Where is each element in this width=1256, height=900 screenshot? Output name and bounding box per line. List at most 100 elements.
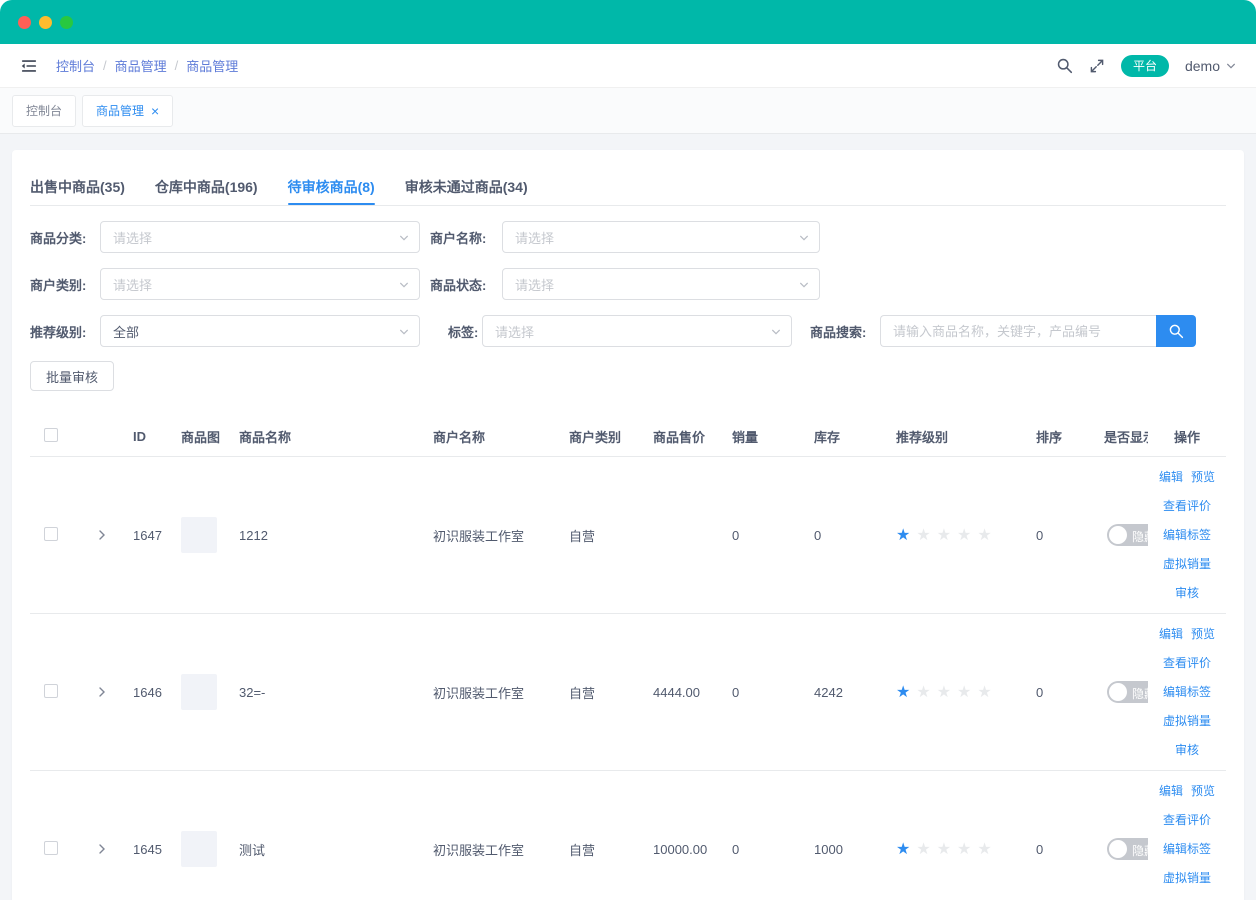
star-icon[interactable]: ★ <box>977 682 991 702</box>
select-all-checkbox[interactable] <box>44 428 58 442</box>
star-icon[interactable]: ★ <box>916 839 930 859</box>
cell-stock: 4242 <box>811 685 893 700</box>
cell-merchant-type: 自营 <box>566 526 650 545</box>
tag-label: 控制台 <box>26 102 62 119</box>
virtual-sales-link[interactable]: 虚拟销量 <box>1163 556 1211 572</box>
row-actions: 编辑预览 查看评价 编辑标签 虚拟销量 审核 <box>1148 457 1226 613</box>
merchant-type-label: 商户类别: <box>30 275 100 294</box>
product-status-label: 商品状态: <box>430 275 502 294</box>
breadcrumb-item[interactable]: 商品管理 <box>115 56 167 75</box>
window-titlebar <box>0 0 1256 44</box>
chevron-down-icon <box>799 280 809 290</box>
table-row: 1645 测试 初识服装工作室 自营 10000.00 0 1000 ★★★★★… <box>30 771 1226 900</box>
preview-link[interactable]: 预览 <box>1191 783 1215 799</box>
star-icon[interactable]: ★ <box>896 682 910 702</box>
row-checkbox[interactable] <box>44 841 58 855</box>
edit-link[interactable]: 编辑 <box>1159 783 1183 799</box>
recommend-level-select[interactable]: 全部 <box>100 315 420 347</box>
tag-console[interactable]: 控制台 <box>12 95 76 127</box>
close-window-icon[interactable] <box>18 16 31 29</box>
tab-in-warehouse[interactable]: 仓库中商品(196) <box>155 168 258 205</box>
edit-tags-link[interactable]: 编辑标签 <box>1163 684 1211 700</box>
navbar-right: 平台 demo <box>1056 55 1236 77</box>
cell-sales: 0 <box>729 685 811 700</box>
star-icon[interactable]: ★ <box>957 525 971 545</box>
cell-merchant-type: 自营 <box>566 683 650 702</box>
view-reviews-link[interactable]: 查看评价 <box>1163 812 1211 828</box>
audit-link[interactable]: 审核 <box>1175 585 1199 601</box>
product-status-select[interactable]: 请选择 <box>502 268 820 300</box>
products-table: ID 商品图 商品名称 商户名称 商户类别 商品售价 销量 库存 推荐级别 排序… <box>30 417 1226 900</box>
product-search-input[interactable] <box>880 315 1156 347</box>
edit-tags-link[interactable]: 编辑标签 <box>1163 527 1211 543</box>
expand-row-icon[interactable] <box>96 529 108 541</box>
header-stock: 库存 <box>811 427 893 446</box>
virtual-sales-link[interactable]: 虚拟销量 <box>1163 870 1211 886</box>
tab-pending-audit[interactable]: 待审核商品(8) <box>288 168 375 205</box>
merchant-name-select[interactable]: 请选择 <box>502 221 820 253</box>
tag-select[interactable]: 请选择 <box>482 315 792 347</box>
recommend-level-label: 推荐级别: <box>30 322 100 341</box>
star-icon[interactable]: ★ <box>937 839 951 859</box>
star-rating[interactable]: ★ ★ ★ ★ ★ <box>896 682 1033 702</box>
merchant-type-select[interactable]: 请选择 <box>100 268 420 300</box>
search-button[interactable] <box>1156 315 1196 347</box>
preview-link[interactable]: 预览 <box>1191 626 1215 642</box>
star-icon[interactable]: ★ <box>937 525 951 545</box>
view-reviews-link[interactable]: 查看评价 <box>1163 498 1211 514</box>
table-row: 1646 32=- 初识服装工作室 自营 4444.00 0 4242 ★★★★… <box>30 614 1226 771</box>
breadcrumb-item[interactable]: 控制台 <box>56 56 95 75</box>
chevron-down-icon <box>399 233 409 243</box>
cell-product-name: 测试 <box>236 840 430 859</box>
product-image-placeholder <box>181 674 217 710</box>
star-icon[interactable]: ★ <box>896 839 910 859</box>
app-window: 控制台 / 商品管理 / 商品管理 平台 demo 控制台 商品管理 <box>0 0 1256 900</box>
star-icon[interactable]: ★ <box>896 525 910 545</box>
table-row: 1647 1212 初识服装工作室 自营 0 0 ★★★★★ 0 隐藏 编辑预览… <box>30 457 1226 614</box>
zoom-window-icon[interactable] <box>60 16 73 29</box>
row-checkbox[interactable] <box>44 684 58 698</box>
batch-audit-button[interactable]: 批量审核 <box>30 361 114 391</box>
edit-link[interactable]: 编辑 <box>1159 469 1183 485</box>
audit-link[interactable]: 审核 <box>1175 742 1199 758</box>
merchant-name-label: 商户名称: <box>430 228 502 247</box>
select-placeholder: 请选择 <box>495 322 534 341</box>
category-select[interactable]: 请选择 <box>100 221 420 253</box>
tab-audit-failed[interactable]: 审核未通过商品(34) <box>405 168 528 205</box>
user-menu[interactable]: demo <box>1185 58 1236 74</box>
sidebar-collapse-icon[interactable] <box>20 57 38 75</box>
fullscreen-icon[interactable] <box>1089 58 1105 74</box>
star-icon[interactable]: ★ <box>937 682 951 702</box>
row-checkbox[interactable] <box>44 527 58 541</box>
toggle-knob <box>1109 526 1127 544</box>
star-rating[interactable]: ★ ★ ★ ★ ★ <box>896 525 1033 545</box>
content-card: 出售中商品(35) 仓库中商品(196) 待审核商品(8) 审核未通过商品(34… <box>12 150 1244 900</box>
breadcrumb-item[interactable]: 商品管理 <box>186 56 238 75</box>
search-icon[interactable] <box>1056 57 1073 74</box>
header-actions: 操作 <box>1148 417 1226 456</box>
star-icon[interactable]: ★ <box>957 839 971 859</box>
product-search-label: 商品搜索: <box>810 322 880 341</box>
close-tag-icon[interactable]: × <box>151 104 159 118</box>
preview-link[interactable]: 预览 <box>1191 469 1215 485</box>
cell-product-name: 1212 <box>236 528 430 543</box>
edit-tags-link[interactable]: 编辑标签 <box>1163 841 1211 857</box>
star-icon[interactable]: ★ <box>977 525 991 545</box>
minimize-window-icon[interactable] <box>39 16 52 29</box>
cell-sales: 0 <box>729 528 811 543</box>
expand-row-icon[interactable] <box>96 843 108 855</box>
star-icon[interactable]: ★ <box>916 525 930 545</box>
star-icon[interactable]: ★ <box>916 682 930 702</box>
edit-link[interactable]: 编辑 <box>1159 626 1183 642</box>
username: demo <box>1185 58 1220 74</box>
virtual-sales-link[interactable]: 虚拟销量 <box>1163 713 1211 729</box>
star-icon[interactable]: ★ <box>957 682 971 702</box>
star-icon[interactable]: ★ <box>977 839 991 859</box>
product-tabs: 出售中商品(35) 仓库中商品(196) 待审核商品(8) 审核未通过商品(34… <box>30 168 1226 206</box>
star-rating[interactable]: ★ ★ ★ ★ ★ <box>896 839 1033 859</box>
tab-on-sale[interactable]: 出售中商品(35) <box>30 168 125 205</box>
view-reviews-link[interactable]: 查看评价 <box>1163 655 1211 671</box>
tag-product-management[interactable]: 商品管理 × <box>82 95 173 127</box>
expand-row-icon[interactable] <box>96 686 108 698</box>
chevron-down-icon <box>799 233 809 243</box>
